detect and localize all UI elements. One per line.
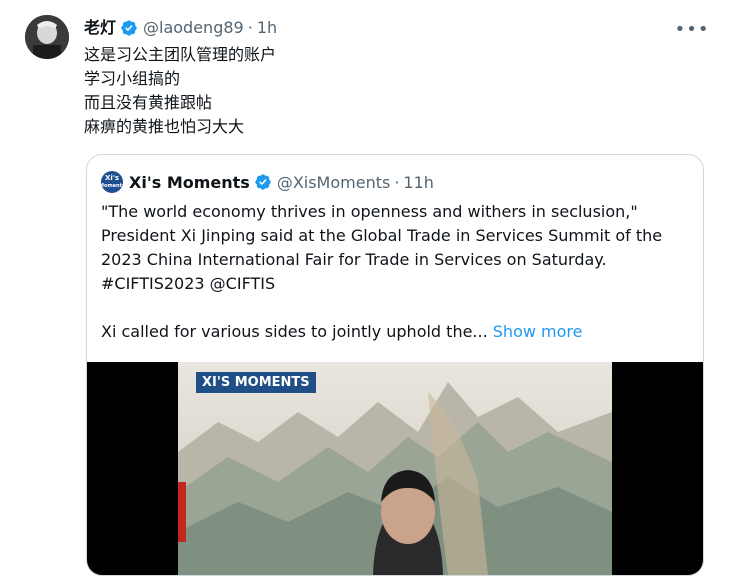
video-badge: XI'S MOMENTS — [196, 372, 316, 393]
quote-header: Xi's Moments Xi's Moments @XisMoments · … — [101, 171, 434, 193]
verified-badge-icon — [120, 19, 138, 37]
more-options-icon[interactable]: ••• — [675, 18, 709, 40]
quote-line: "The world economy thrives in openness a… — [101, 202, 638, 221]
quote-line: President Xi Jinping said at the Global … — [101, 226, 663, 245]
author-avatar[interactable] — [25, 15, 69, 59]
quote-avatar-text: Moments — [101, 183, 123, 189]
tweet-line: 这是习公主团队管理的账户 — [84, 45, 277, 64]
tweet-line: 学习小组搞的 — [84, 69, 181, 88]
show-more-link[interactable]: Show more — [493, 322, 583, 341]
quote-line: #CIFTIS2023 @CIFTIS — [101, 274, 276, 293]
author-name[interactable]: 老灯 — [84, 17, 116, 39]
tweet-line: 而且没有黄推跟帖 — [84, 93, 213, 112]
tweet-time[interactable]: 1h — [257, 17, 277, 39]
quote-time[interactable]: 11h — [403, 173, 434, 192]
quote-avatar[interactable]: Xi's Moments — [101, 171, 123, 193]
video-player[interactable]: XI'S MOMENTS — [87, 362, 703, 575]
video-frame[interactable]: XI'S MOMENTS — [178, 362, 612, 575]
verified-badge-icon — [254, 173, 272, 191]
tweet-text: 这是习公主团队管理的账户 学习小组搞的 而且没有黄推跟帖 麻痹的黄推也怕习大大 — [84, 43, 276, 139]
quote-line: 2023 China International Fair for Trade … — [101, 250, 607, 269]
separator-dot: · — [394, 172, 400, 192]
quote-truncated-line: Xi called for various sides to jointly u… — [101, 320, 696, 344]
tweet-header: 老灯 @laodeng89 · 1h — [84, 17, 277, 39]
quote-avatar-text: Xi's — [104, 174, 120, 182]
tweet-line: 麻痹的黄推也怕习大大 — [84, 117, 245, 136]
author-handle[interactable]: @laodeng89 — [143, 17, 244, 39]
separator-dot: · — [247, 18, 253, 37]
quote-author-name[interactable]: Xi's Moments — [129, 173, 250, 192]
quote-text: "The world economy thrives in openness a… — [101, 200, 696, 344]
quoted-tweet[interactable]: Xi's Moments Xi's Moments @XisMoments · … — [86, 154, 704, 576]
quote-author-handle[interactable]: @XisMoments — [277, 173, 391, 192]
quote-truncated-text: Xi called for various sides to jointly u… — [101, 322, 493, 341]
